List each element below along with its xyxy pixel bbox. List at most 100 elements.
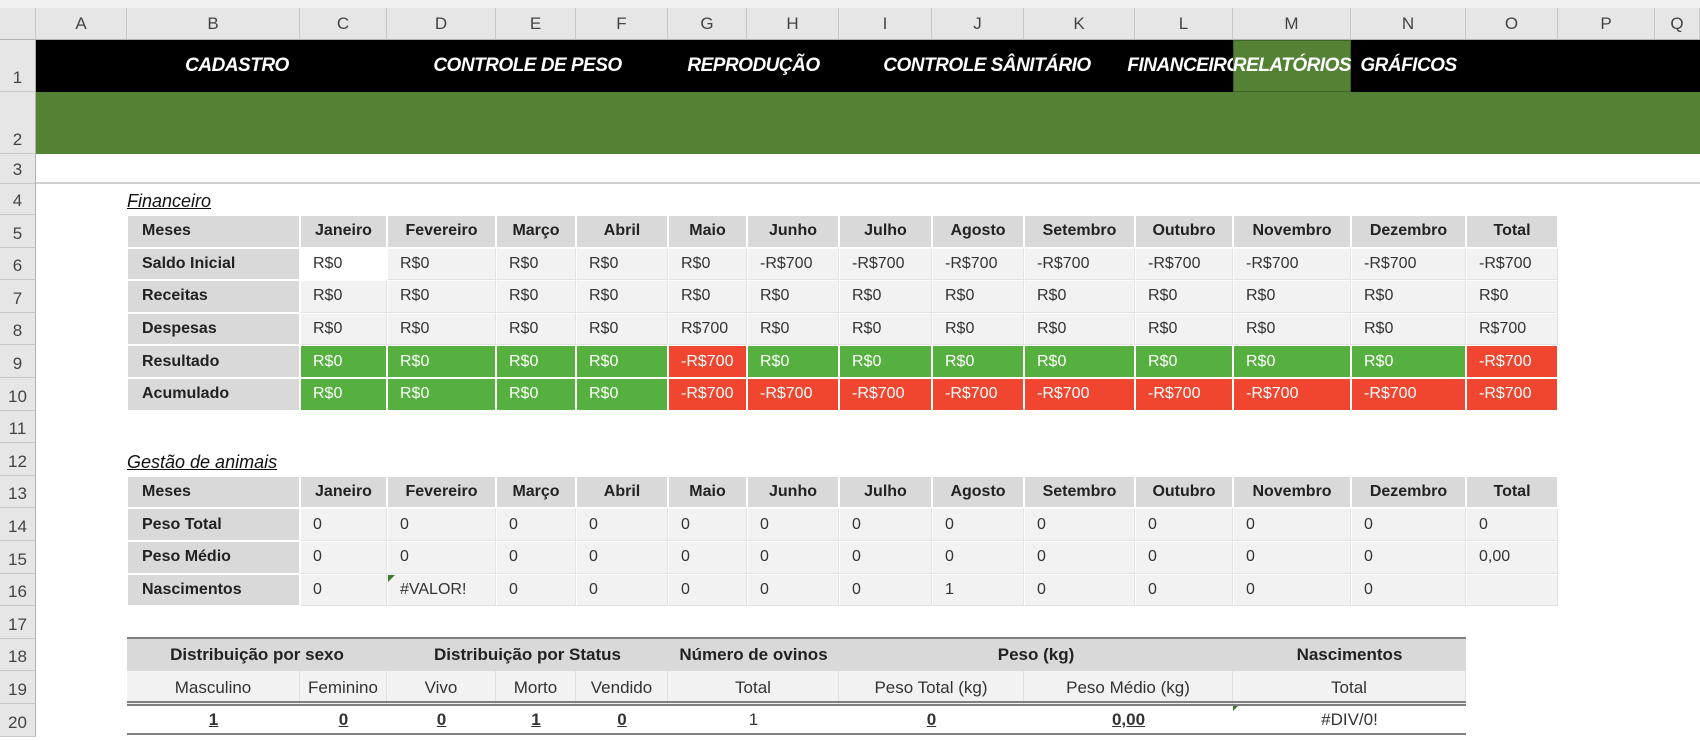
value-cell[interactable]: 0 bbox=[387, 541, 496, 574]
nav-controle-de-peso[interactable]: CONTROLE DE PESO bbox=[387, 40, 668, 92]
value-cell[interactable]: 0 bbox=[839, 541, 932, 574]
value-cell[interactable]: 0 bbox=[668, 541, 747, 574]
value-cell[interactable]: -R$700 bbox=[668, 345, 747, 378]
column-header-H[interactable]: H bbox=[747, 8, 839, 40]
value-cell[interactable]: 0 bbox=[747, 541, 839, 574]
value-cell[interactable]: 0 bbox=[576, 541, 668, 574]
value-cell[interactable]: 0 bbox=[576, 508, 668, 541]
value-cell[interactable]: -R$700 bbox=[1351, 378, 1466, 411]
value-cell[interactable]: 0,00 bbox=[1466, 541, 1558, 574]
value-cell[interactable]: R$0 bbox=[747, 345, 839, 378]
value-cell[interactable]: R$0 bbox=[387, 378, 496, 411]
value-cell[interactable]: R$0 bbox=[1135, 312, 1233, 346]
value-cell[interactable]: R$0 bbox=[300, 345, 387, 378]
column-header-Q[interactable]: Q bbox=[1655, 8, 1700, 40]
value-cell[interactable]: R$0 bbox=[668, 247, 747, 281]
value-cell[interactable]: 1 bbox=[932, 573, 1024, 607]
value-cell[interactable]: 0 bbox=[747, 508, 839, 541]
nav-gr-ficos[interactable]: GRÁFICOS bbox=[1351, 40, 1466, 92]
value-cell[interactable]: R$0 bbox=[387, 280, 496, 313]
value-cell[interactable]: R$0 bbox=[576, 247, 668, 281]
column-header-N[interactable]: N bbox=[1351, 8, 1466, 40]
value-cell[interactable]: R$0 bbox=[300, 378, 387, 411]
value-cell[interactable]: R$0 bbox=[1024, 345, 1135, 378]
value-cell[interactable]: 0 bbox=[932, 508, 1024, 541]
value-cell[interactable]: 0 bbox=[1024, 508, 1135, 541]
value-cell[interactable]: -R$700 bbox=[1135, 378, 1233, 411]
row-header-8[interactable]: 8 bbox=[0, 312, 36, 346]
row-header-16[interactable]: 16 bbox=[0, 573, 36, 607]
value-cell[interactable]: R$0 bbox=[300, 312, 387, 346]
value-cell[interactable]: -R$700 bbox=[1135, 247, 1233, 281]
row-header-10[interactable]: 10 bbox=[0, 378, 36, 411]
column-header-I[interactable]: I bbox=[839, 8, 932, 40]
value-cell[interactable]: 0 bbox=[1233, 573, 1351, 607]
value-cell[interactable]: 0 bbox=[668, 508, 747, 541]
row-header-19[interactable]: 19 bbox=[0, 671, 36, 704]
value-cell[interactable]: -R$700 bbox=[1233, 247, 1351, 281]
value-cell[interactable]: R$0 bbox=[576, 280, 668, 313]
value-cell[interactable]: -R$700 bbox=[1024, 247, 1135, 281]
row-header-18[interactable]: 18 bbox=[0, 638, 36, 672]
value-cell[interactable]: R$0 bbox=[839, 312, 932, 346]
row-header-1[interactable]: 1 bbox=[0, 40, 36, 92]
value-cell[interactable]: 0 bbox=[1135, 573, 1233, 607]
value-cell[interactable]: R$0 bbox=[496, 312, 576, 346]
value-cell[interactable]: 0 bbox=[1024, 541, 1135, 574]
value-cell[interactable]: R$0 bbox=[747, 280, 839, 313]
column-header-E[interactable]: E bbox=[496, 8, 576, 40]
value-cell[interactable]: R$0 bbox=[839, 280, 932, 313]
value-cell[interactable]: R$0 bbox=[747, 312, 839, 346]
nav-reprodu-o[interactable]: REPRODUÇÃO bbox=[668, 40, 839, 92]
value-cell[interactable]: -R$700 bbox=[1351, 247, 1466, 281]
value-cell[interactable]: 0 bbox=[496, 573, 576, 607]
value-cell[interactable]: R$700 bbox=[1466, 312, 1558, 346]
row-header-13[interactable]: 13 bbox=[0, 475, 36, 509]
value-cell[interactable]: 0 bbox=[300, 508, 387, 541]
value-cell[interactable]: 0 bbox=[1351, 541, 1466, 574]
value-cell[interactable]: #VALOR! bbox=[387, 573, 496, 607]
value-cell[interactable]: R$700 bbox=[668, 312, 747, 346]
value-cell[interactable]: R$0 bbox=[932, 280, 1024, 313]
value-cell[interactable]: 0 bbox=[839, 508, 932, 541]
value-cell[interactable]: R$0 bbox=[300, 247, 387, 281]
value-cell[interactable] bbox=[1466, 573, 1558, 607]
value-cell[interactable]: -R$700 bbox=[1466, 378, 1558, 411]
column-header-J[interactable]: J bbox=[932, 8, 1024, 40]
value-cell[interactable]: R$0 bbox=[1024, 280, 1135, 313]
column-header-A[interactable]: A bbox=[36, 8, 127, 40]
value-cell[interactable]: -R$700 bbox=[839, 378, 932, 411]
value-cell[interactable]: R$0 bbox=[1351, 280, 1466, 313]
value-cell[interactable]: R$0 bbox=[496, 247, 576, 281]
value-cell[interactable]: R$0 bbox=[387, 345, 496, 378]
value-cell[interactable]: R$0 bbox=[576, 345, 668, 378]
row-header-20[interactable]: 20 bbox=[0, 704, 36, 737]
value-cell[interactable]: 0 bbox=[747, 573, 839, 607]
value-cell[interactable]: R$0 bbox=[496, 345, 576, 378]
value-cell[interactable]: R$0 bbox=[1135, 345, 1233, 378]
row-header-14[interactable]: 14 bbox=[0, 508, 36, 541]
value-cell[interactable]: R$0 bbox=[1233, 312, 1351, 346]
row-header-9[interactable]: 9 bbox=[0, 345, 36, 378]
value-cell[interactable]: R$0 bbox=[1351, 312, 1466, 346]
column-header-B[interactable]: B bbox=[127, 8, 300, 40]
column-header-L[interactable]: L bbox=[1135, 8, 1233, 40]
value-cell[interactable]: -R$700 bbox=[1466, 247, 1558, 281]
column-header-F[interactable]: F bbox=[576, 8, 668, 40]
value-cell[interactable]: R$0 bbox=[576, 378, 668, 411]
value-cell[interactable]: -R$700 bbox=[1233, 378, 1351, 411]
row-header-12[interactable]: 12 bbox=[0, 443, 36, 476]
value-cell[interactable]: 0 bbox=[1135, 541, 1233, 574]
value-cell[interactable]: R$0 bbox=[1351, 345, 1466, 378]
value-cell[interactable]: 0 bbox=[300, 573, 387, 607]
column-header-P[interactable]: P bbox=[1558, 8, 1655, 40]
value-cell[interactable]: 0 bbox=[576, 573, 668, 607]
column-header-O[interactable]: O bbox=[1466, 8, 1558, 40]
value-cell[interactable]: 0 bbox=[839, 573, 932, 607]
row-header-2[interactable]: 2 bbox=[0, 92, 36, 154]
value-cell[interactable]: R$0 bbox=[387, 247, 496, 281]
value-cell[interactable]: R$0 bbox=[1135, 280, 1233, 313]
value-cell[interactable]: R$0 bbox=[1466, 280, 1558, 313]
nav-controle-s-nit-rio[interactable]: CONTROLE SÂNITÁRIO bbox=[839, 40, 1135, 92]
value-cell[interactable]: R$0 bbox=[1233, 345, 1351, 378]
